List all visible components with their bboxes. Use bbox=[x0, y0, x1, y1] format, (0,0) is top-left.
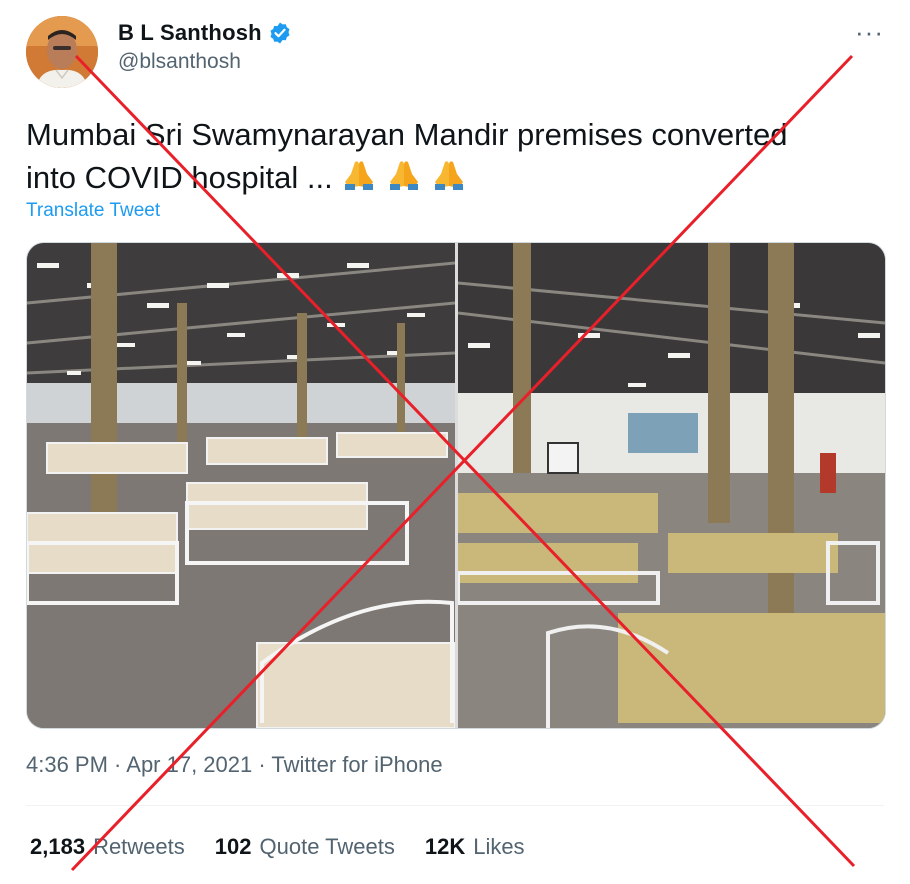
quote-tweets-stat[interactable]: 102 Quote Tweets bbox=[215, 834, 395, 860]
media-grid[interactable] bbox=[26, 242, 886, 729]
tweet-card: B L Santhosh @blsanthosh ··· Mumbai Sri … bbox=[0, 0, 910, 884]
retweets-stat[interactable]: 2,183 Retweets bbox=[30, 834, 185, 860]
avatar-portrait bbox=[26, 16, 98, 88]
verified-badge-icon bbox=[270, 22, 290, 44]
likes-count: 12K bbox=[424, 834, 466, 859]
folded-hands-emoji bbox=[431, 156, 467, 203]
retweets-label: Retweets bbox=[93, 834, 185, 859]
likes-stat[interactable]: 12K Likes bbox=[425, 834, 525, 860]
ward-photo-left[interactable] bbox=[27, 243, 455, 728]
likes-label: Likes bbox=[473, 834, 525, 859]
display-name[interactable]: B L Santhosh bbox=[118, 20, 262, 46]
tweet-text: Mumbai Sri Swamynarayan Mandir premises … bbox=[26, 114, 846, 203]
folded-hands-emoji bbox=[386, 156, 422, 203]
author-block: B L Santhosh @blsanthosh bbox=[118, 18, 292, 74]
more-options-icon[interactable]: ··· bbox=[855, 19, 884, 45]
quote-tweets-count: 102 bbox=[214, 834, 252, 859]
engagement-stats: 2,183 Retweets 102 Quote Tweets 12K Like… bbox=[30, 834, 525, 860]
tweet-timestamp[interactable]: 4:36 PM · Apr 17, 2021 · Twitter for iPh… bbox=[26, 752, 443, 778]
user-handle[interactable]: @blsanthosh bbox=[118, 50, 292, 74]
avatar[interactable] bbox=[26, 16, 98, 88]
retweets-count: 2,183 bbox=[30, 834, 86, 859]
ward-photo-right[interactable] bbox=[458, 243, 885, 728]
translate-tweet-link[interactable]: Translate Tweet bbox=[26, 200, 160, 222]
divider bbox=[26, 805, 884, 806]
folded-hands-emoji bbox=[341, 156, 377, 203]
quote-tweets-label: Quote Tweets bbox=[259, 834, 395, 859]
